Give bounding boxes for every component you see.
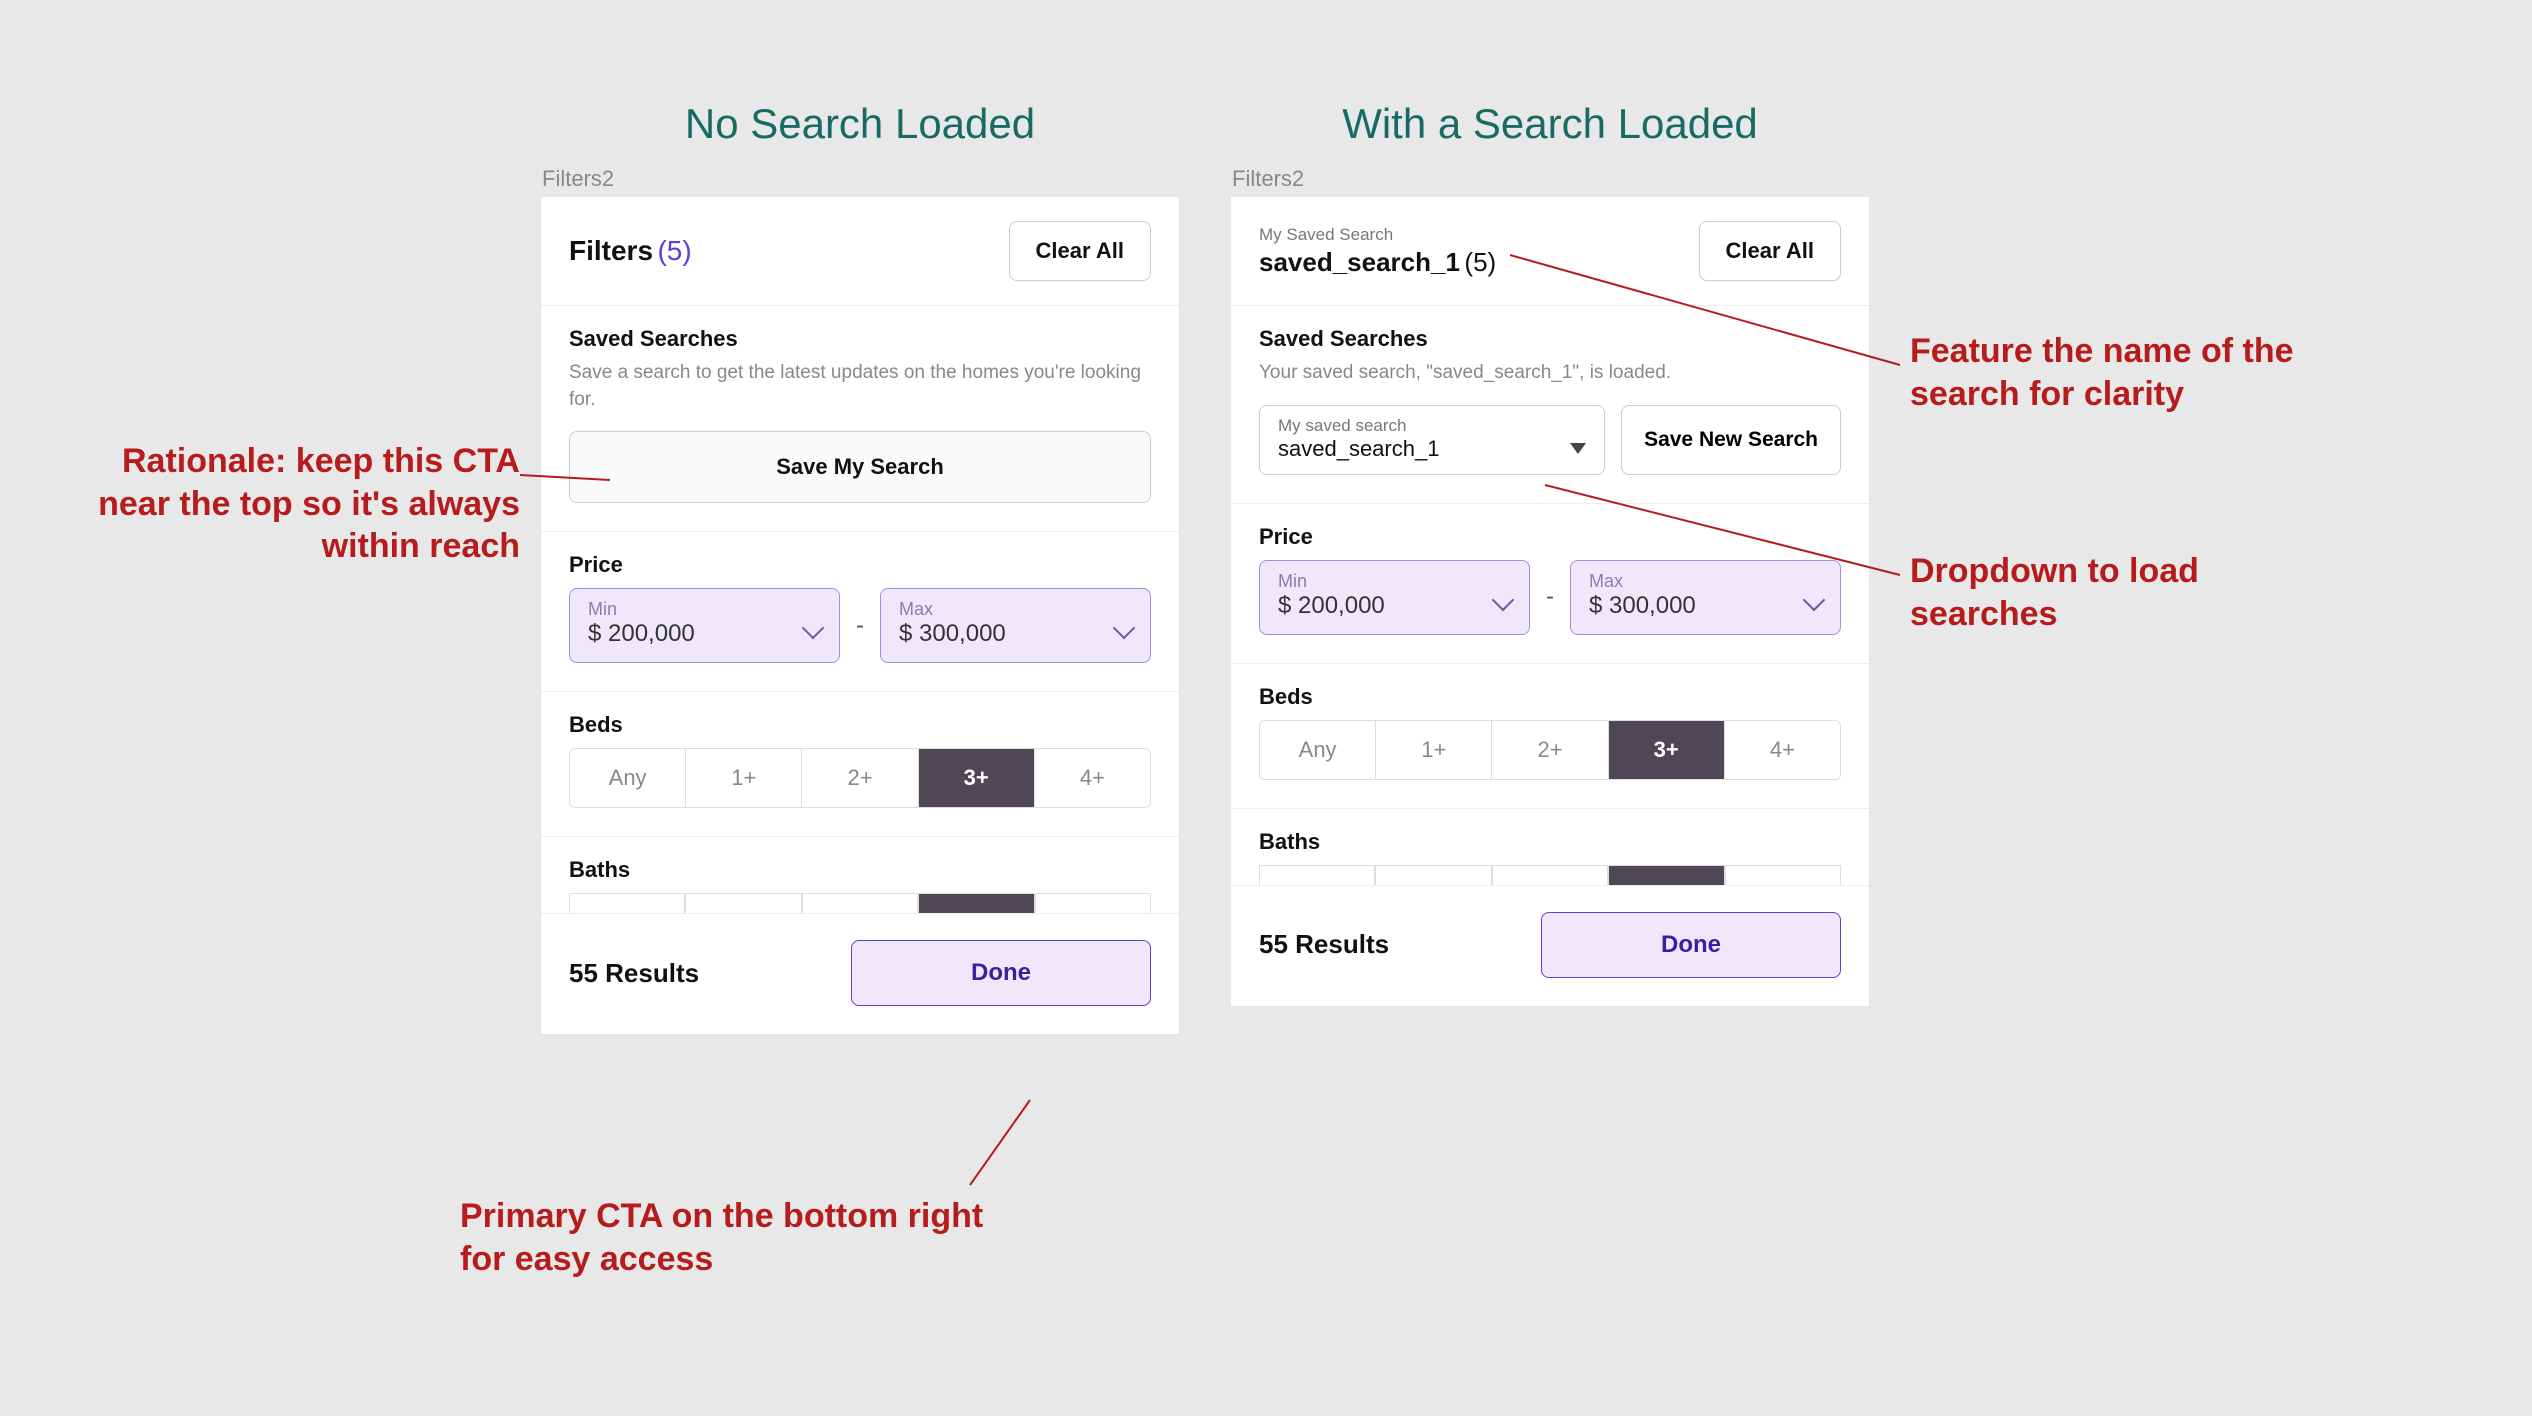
beds-option-1[interactable]: 1+ — [1375, 721, 1491, 779]
price-max-label: Max — [1589, 571, 1696, 592]
frame-label: Filters2 — [1230, 166, 1870, 192]
baths-option[interactable] — [1375, 866, 1491, 885]
save-new-search-button[interactable]: Save New Search — [1621, 405, 1841, 475]
saved-search-dropdown[interactable]: My saved search saved_search_1 — [1259, 405, 1605, 475]
saved-searches-subtitle: Save a search to get the latest updates … — [569, 360, 1151, 413]
filters-title-block: My Saved Search saved_search_1 (5) — [1259, 225, 1496, 278]
baths-option[interactable] — [685, 894, 801, 913]
dash: - — [856, 612, 864, 640]
price-title: Price — [569, 552, 1151, 578]
chevron-down-icon — [1803, 588, 1826, 611]
done-button[interactable]: Done — [1541, 912, 1841, 978]
annotation-cta-bottom: Primary CTA on the bottom right for easy… — [460, 1195, 1000, 1280]
baths-section: Baths — [541, 837, 1179, 913]
filters-panel-left: Filters (5) Clear All Saved Searches Sav… — [540, 196, 1180, 1035]
beds-option-2[interactable]: 2+ — [801, 749, 917, 807]
frame-label: Filters2 — [540, 166, 1180, 192]
chevron-down-icon — [1492, 588, 1515, 611]
dropdown-label: My saved search — [1278, 416, 1439, 436]
price-section: Price Min $ 200,000 - Max $ 300,000 — [1231, 504, 1869, 664]
beds-section: Beds Any 1+ 2+ 3+ 4+ — [541, 692, 1179, 837]
saved-search-name: saved_search_1 — [1259, 247, 1460, 277]
clear-all-button[interactable]: Clear All — [1009, 221, 1151, 281]
beds-option-4[interactable]: 4+ — [1034, 749, 1150, 807]
results-count: 55 Results — [1259, 929, 1389, 960]
beds-title: Beds — [569, 712, 1151, 738]
panel-footer: 55 Results Done — [541, 913, 1179, 1034]
baths-segment-group — [569, 893, 1151, 913]
panel-footer: 55 Results Done — [1231, 885, 1869, 1006]
results-count: 55 Results — [569, 958, 699, 989]
dash: - — [1546, 583, 1554, 611]
saved-searches-subtitle: Your saved search, "saved_search_1", is … — [1259, 360, 1841, 387]
beds-option-2[interactable]: 2+ — [1491, 721, 1607, 779]
baths-title: Baths — [1259, 829, 1841, 855]
dropdown-value: saved_search_1 — [1278, 436, 1439, 462]
price-section: Price Min $ 200,000 - Max $ 300,000 — [541, 532, 1179, 692]
mysaved-label: My Saved Search — [1259, 225, 1496, 245]
baths-option[interactable] — [569, 894, 685, 913]
price-min-label: Min — [1278, 571, 1385, 592]
saved-searches-section: Saved Searches Your saved search, "saved… — [1231, 306, 1869, 504]
beds-section: Beds Any 1+ 2+ 3+ 4+ — [1231, 664, 1869, 809]
baths-title: Baths — [569, 857, 1151, 883]
saved-searches-section: Saved Searches Save a search to get the … — [541, 306, 1179, 532]
annotation-name-clarity: Feature the name of the search for clari… — [1910, 330, 2380, 415]
beds-segment-group: Any 1+ 2+ 3+ 4+ — [1259, 720, 1841, 780]
beds-option-any[interactable]: Any — [1260, 721, 1375, 779]
baths-option[interactable] — [1259, 866, 1375, 885]
baths-option[interactable] — [1492, 866, 1608, 885]
price-max-select[interactable]: Max $ 300,000 — [880, 588, 1151, 663]
beds-option-4[interactable]: 4+ — [1724, 721, 1840, 779]
filters-panel-right: My Saved Search saved_search_1 (5) Clear… — [1230, 196, 1870, 1007]
beds-option-3[interactable]: 3+ — [1608, 721, 1724, 779]
saved-searches-title: Saved Searches — [569, 326, 1151, 352]
baths-option[interactable] — [1035, 894, 1151, 913]
panel-header: My Saved Search saved_search_1 (5) Clear… — [1231, 197, 1869, 306]
price-max-select[interactable]: Max $ 300,000 — [1570, 560, 1841, 635]
baths-segment-group — [1259, 865, 1841, 885]
price-max-value: $ 300,000 — [899, 620, 1006, 648]
baths-option[interactable] — [1725, 866, 1841, 885]
caret-down-icon — [1570, 443, 1586, 454]
save-my-search-button[interactable]: Save My Search — [569, 431, 1151, 503]
filters-count: (5) — [657, 235, 691, 266]
price-min-value: $ 200,000 — [588, 620, 695, 648]
annotation-dropdown: Dropdown to load searches — [1910, 550, 2330, 635]
beds-option-1[interactable]: 1+ — [685, 749, 801, 807]
saved-searches-title: Saved Searches — [1259, 326, 1841, 352]
price-min-value: $ 200,000 — [1278, 592, 1385, 620]
baths-option[interactable] — [802, 894, 918, 913]
mock-no-search: No Search Loaded Filters2 Filters (5) Cl… — [540, 100, 1180, 1035]
chevron-down-icon — [1113, 617, 1136, 640]
panel-header: Filters (5) Clear All — [541, 197, 1179, 306]
beds-option-3[interactable]: 3+ — [918, 749, 1034, 807]
done-button[interactable]: Done — [851, 940, 1151, 1006]
filters-title: Filters — [569, 235, 653, 266]
price-max-label: Max — [899, 599, 1006, 620]
price-title: Price — [1259, 524, 1841, 550]
price-min-select[interactable]: Min $ 200,000 — [1259, 560, 1530, 635]
filters-title-block: Filters (5) — [569, 235, 692, 267]
beds-title: Beds — [1259, 684, 1841, 710]
price-min-select[interactable]: Min $ 200,000 — [569, 588, 840, 663]
beds-option-any[interactable]: Any — [570, 749, 685, 807]
mock-title-right: With a Search Loaded — [1230, 100, 1870, 148]
beds-segment-group: Any 1+ 2+ 3+ 4+ — [569, 748, 1151, 808]
clear-all-button[interactable]: Clear All — [1699, 221, 1841, 281]
chevron-down-icon — [802, 617, 825, 640]
mock-title-left: No Search Loaded — [540, 100, 1180, 148]
baths-option[interactable] — [918, 894, 1034, 913]
filters-count: (5) — [1464, 247, 1496, 277]
mock-with-search: With a Search Loaded Filters2 My Saved S… — [1230, 100, 1870, 1035]
annotation-cta-top: Rationale: keep this CTA near the top so… — [50, 440, 520, 568]
price-max-value: $ 300,000 — [1589, 592, 1696, 620]
price-min-label: Min — [588, 599, 695, 620]
baths-section: Baths — [1231, 809, 1869, 885]
baths-option[interactable] — [1608, 866, 1724, 885]
